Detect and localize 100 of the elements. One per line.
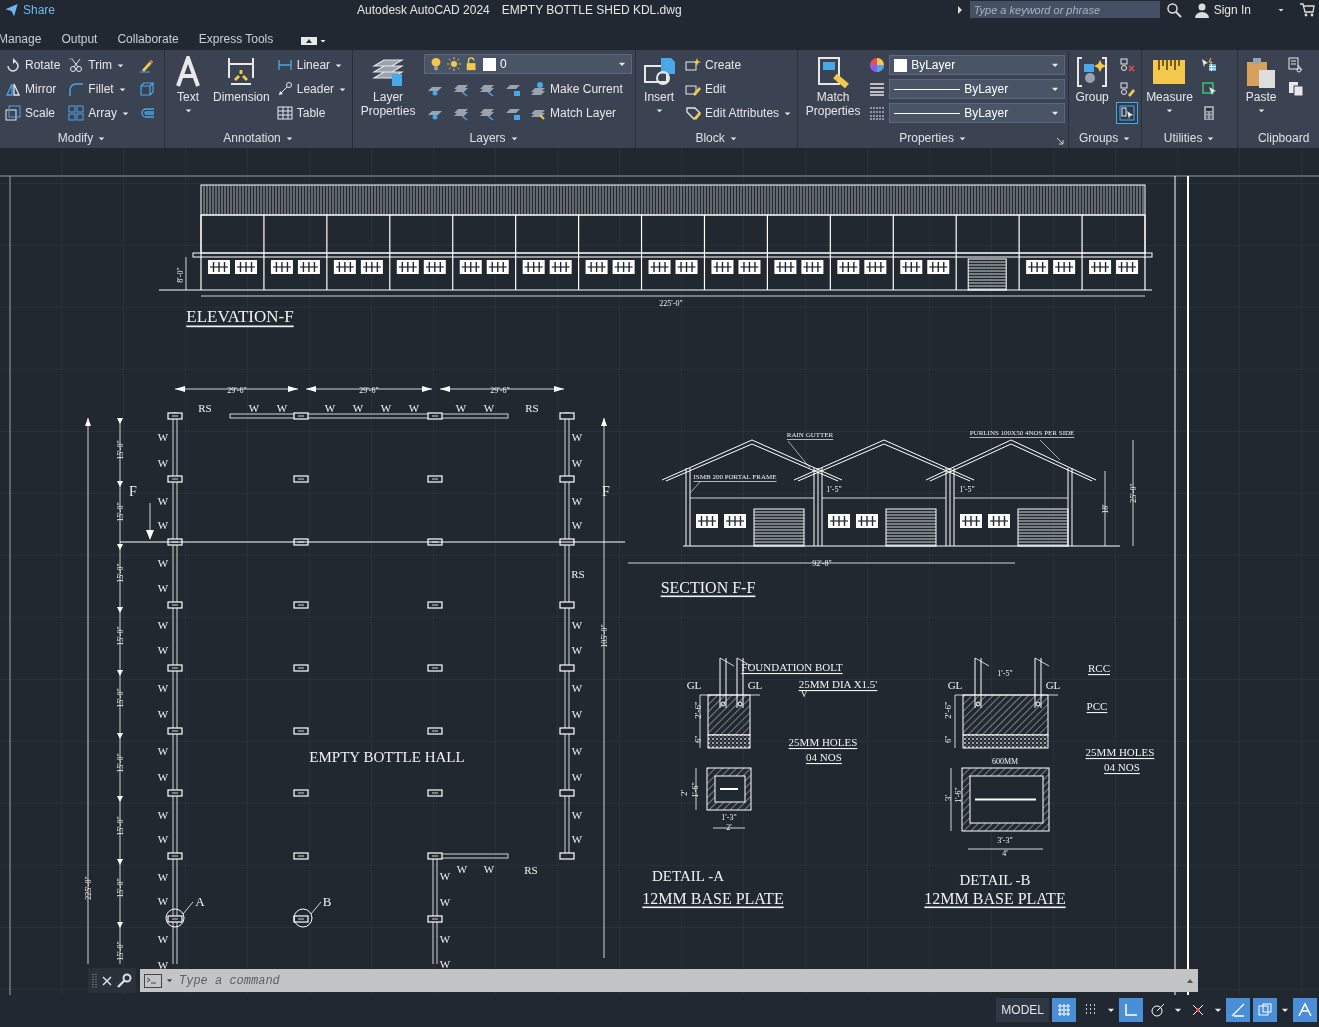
command-input[interactable]: Type a command — [177, 972, 1182, 989]
offset-icon — [139, 105, 156, 121]
dimension-text: 225'-0" — [659, 298, 683, 308]
terminal-icon[interactable] — [144, 973, 162, 988]
panel-title[interactable]: Annotation — [223, 131, 294, 145]
search-field[interactable]: Type a keyword or phrase — [969, 1, 1160, 18]
ribbon-button[interactable]: Match Properties — [801, 54, 866, 120]
pencil-icon — [139, 57, 156, 73]
ribbon-button[interactable]: Scale — [3, 102, 63, 124]
caret-icon — [654, 106, 664, 115]
ribbon-button[interactable]: Table — [274, 102, 350, 124]
wall-mark: W — [456, 863, 468, 875]
view-title: SECTION F-F — [660, 578, 756, 596]
ribbon-button[interactable]: Leader — [274, 78, 350, 100]
status-toggle[interactable] — [1226, 998, 1250, 1022]
ribbon-button[interactable]: Array — [66, 102, 133, 124]
dimension-text: 4' — [1002, 848, 1008, 858]
line-dropdown[interactable]: ByLayer — [889, 79, 1066, 99]
ribbon-button[interactable]: Trim — [66, 54, 133, 76]
panel-title[interactable]: Block — [695, 131, 738, 145]
dimension-text: 15'-0" — [115, 878, 125, 898]
line-dropdown[interactable]: ByLayer — [889, 103, 1066, 123]
color-swatch — [894, 58, 908, 72]
annotation-label: 25MM HOLES — [1085, 746, 1155, 758]
status-toggle[interactable] — [1293, 998, 1317, 1022]
ribbon-button[interactable]: Make Current — [528, 78, 625, 100]
wall-mark: W — [157, 457, 169, 469]
close-icon[interactable] — [102, 975, 112, 986]
share-button[interactable]: Share — [4, 2, 56, 17]
ribbon-icon-button[interactable] — [1116, 102, 1139, 124]
color-swatch — [483, 57, 497, 71]
panel-toggle-icon[interactable] — [301, 36, 318, 46]
ribbon-button[interactable]: Linear — [274, 54, 350, 76]
launcher-arrow-icon[interactable] — [1056, 137, 1065, 145]
annotation-label: RCC — [1088, 662, 1110, 674]
table-icon — [276, 105, 293, 121]
group-select-icon — [1119, 105, 1136, 121]
wrench-icon[interactable] — [116, 972, 132, 989]
ribbon-tab[interactable]: Collaborate — [107, 32, 189, 46]
panel-title[interactable]: Clipboard — [1257, 131, 1310, 145]
color-dropdown[interactable]: ByLayer — [889, 55, 1066, 75]
status-toggle[interactable] — [1119, 998, 1143, 1022]
wall-mark: W — [380, 402, 392, 414]
wall-mark: W — [248, 402, 260, 414]
wall-mark: W — [157, 431, 169, 443]
dimension-text: 1'-5" — [826, 484, 842, 494]
panel-title[interactable]: Utilities — [1163, 131, 1216, 145]
panel-title[interactable]: Groups — [1078, 131, 1132, 145]
view-title: ELEVATION-F — [186, 306, 294, 326]
grip-icon[interactable] — [92, 972, 98, 989]
status-toggle[interactable] — [1253, 998, 1277, 1022]
ribbon-tab[interactable]: Express Tools — [188, 32, 284, 46]
ribbon-button[interactable]: Edit — [683, 78, 795, 100]
ribbon-tab[interactable]: Output — [51, 32, 108, 46]
ribbon-button[interactable]: Mirror — [3, 78, 63, 100]
annotation-label: V — [800, 687, 808, 699]
ribbon-button[interactable]: Rotate — [3, 54, 63, 76]
caret-icon[interactable] — [319, 37, 328, 45]
ribbon-button[interactable]: Group — [1072, 54, 1113, 106]
panel-title[interactable]: Layers — [469, 131, 519, 145]
search-icon[interactable] — [1165, 1, 1182, 18]
sign-in-button[interactable]: Sign In — [1187, 0, 1257, 19]
match-properties-icon — [817, 56, 850, 88]
ribbon-button[interactable]: Text — [168, 54, 208, 117]
model-space-button[interactable]: MODEL — [996, 998, 1049, 1022]
dimension-text: 1'-6" — [690, 782, 700, 798]
dimension-text: 15'-0" — [115, 563, 125, 583]
ribbon-button[interactable]: Paste — [1241, 54, 1282, 117]
wall-mark: W — [455, 402, 467, 414]
ribbon-button[interactable]: Layer Properties — [356, 54, 421, 120]
expand-arrow-icon[interactable] — [955, 4, 964, 15]
dimension-text: 15'-0" — [115, 941, 125, 961]
status-toggle[interactable] — [1052, 998, 1076, 1022]
wall-mark: W — [157, 644, 169, 656]
panel-title[interactable]: Modify — [57, 131, 107, 145]
wall-mark: RS — [524, 864, 538, 876]
leader-icon — [276, 81, 293, 97]
cart-icon[interactable] — [1299, 1, 1315, 18]
linear-dimension-icon — [276, 57, 293, 73]
annotation-label: PCC — [1086, 700, 1108, 712]
dimension-text: 29'-6" — [490, 385, 510, 395]
command-field[interactable]: Type a command — [140, 969, 1198, 992]
ribbon-button[interactable]: Create — [683, 54, 795, 76]
ribbon-button[interactable]: Measure — [1145, 54, 1194, 117]
group-icon — [1076, 56, 1109, 88]
layer-dropdown[interactable]: 0 — [424, 54, 633, 74]
wall-mark: W — [571, 809, 583, 821]
dropdown-value: ByLayer — [964, 82, 1009, 96]
wall-mark: W — [276, 402, 288, 414]
wall-mark: RS — [525, 402, 539, 414]
select-similar-icon — [1200, 81, 1217, 97]
ribbon-button[interactable]: Edit Attributes — [683, 102, 795, 124]
ribbon-button[interactable]: Dimension — [212, 54, 271, 106]
edit-attributes-icon — [685, 105, 702, 121]
grid-icon — [1056, 1002, 1072, 1018]
ribbon-button[interactable]: Insert — [639, 54, 680, 117]
panel-title[interactable]: Properties — [899, 131, 967, 145]
annotation-label: FOUNDATION BOLT — [741, 661, 843, 673]
ribbon-button[interactable]: Match Layer — [528, 102, 619, 124]
ribbon-button[interactable]: Fillet — [66, 78, 133, 100]
